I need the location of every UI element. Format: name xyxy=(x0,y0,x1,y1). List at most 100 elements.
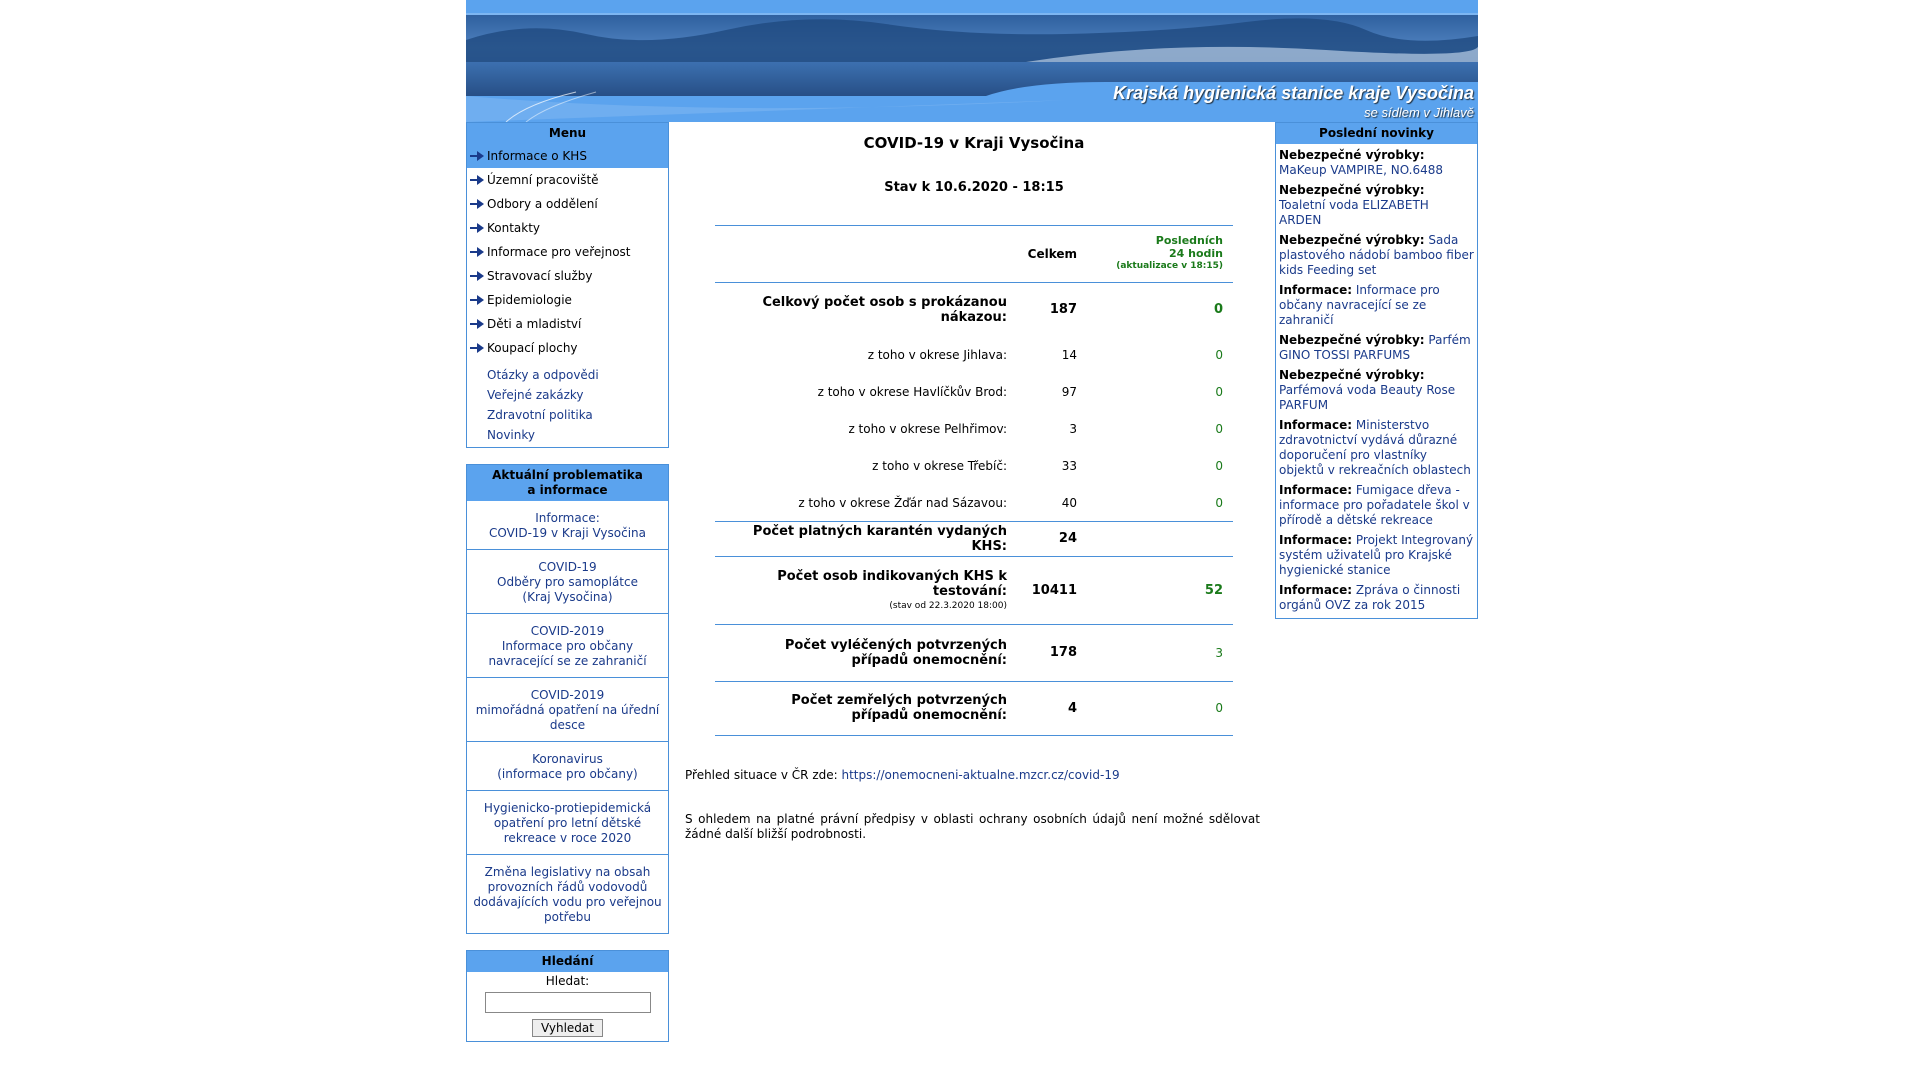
total-value: 187 xyxy=(1049,302,1077,317)
menu-item-label: Odbory a oddělení xyxy=(487,197,598,211)
menu-item-label: Územní pracoviště xyxy=(487,173,599,187)
menu-item[interactable]: Epidemiologie xyxy=(467,288,668,312)
menu-link[interactable]: Otázky a odpovědi xyxy=(487,365,668,385)
aktualni-list: Informace: COVID-19 v Kraji Vysočina COVI… xyxy=(467,501,668,933)
news-item: Nebezpečné výrobky: Toaletní voda ELIZAB… xyxy=(1276,181,1477,231)
deaths-label: Počet zemřelých potvrzených případů onem… xyxy=(715,682,1015,736)
menu-item-label: Informace o KHS xyxy=(487,149,587,163)
tested-last: 52 xyxy=(1204,582,1223,598)
news-item-type: Informace: xyxy=(1279,533,1353,547)
table-row: Počet zemřelých potvrzených případů onem… xyxy=(715,682,1233,736)
aktualni-heading: Aktuální problematika a informace xyxy=(467,465,668,501)
deaths-last: 0 xyxy=(1215,701,1223,716)
news-item: Nebezpečné výrobky: MaKeup VAMPIRE, NO.6… xyxy=(1276,146,1477,181)
news-box: Poslední novinky Nebezpečné výrobky: MaK… xyxy=(1275,122,1478,619)
menu-box: Menu Informace o KHS Územní pracoviště Odb… xyxy=(466,122,669,448)
news-item: Nebezpečné výrobky: Parfémová voda Beaut… xyxy=(1276,366,1477,416)
disclaimer-text: S ohledem na platné právní předpisy v ob… xyxy=(685,812,1260,841)
havl-last: 0 xyxy=(1215,385,1223,399)
menu-item[interactable]: Stravovací služby xyxy=(467,264,668,288)
menu-list: Informace o KHS Územní pracoviště Odbory a… xyxy=(467,144,668,360)
menu-item[interactable]: Koupací plochy xyxy=(467,336,668,360)
news-item-link[interactable]: MaKeup VAMPIRE, NO.6488 xyxy=(1279,163,1443,177)
menu-item[interactable]: Informace pro veřejnost xyxy=(467,240,668,264)
menu-item[interactable]: Informace o KHS xyxy=(467,144,668,168)
overview-link[interactable]: https://onemocneni-aktualne.mzcr.cz/covi… xyxy=(842,768,1120,782)
aktualni-link[interactable]: COVID-2019 mimořádná opatření na úřední … xyxy=(467,678,668,742)
pelh-value: 3 xyxy=(1069,422,1077,436)
pelh-last: 0 xyxy=(1215,422,1223,436)
overview-text: Přehled situace v ČR zde: xyxy=(685,768,838,782)
news-item-type: Nebezpečné výrobky: xyxy=(1279,183,1425,197)
aktualni-link[interactable]: Koronavirus (informace pro občany) xyxy=(467,742,668,791)
covid-stats-table: Celkem Posledních 24 hodin (aktualizace … xyxy=(715,225,1233,736)
tested-value: 10411 xyxy=(1031,582,1077,598)
news-list: Nebezpečné výrobky: MaKeup VAMPIRE, NO.6… xyxy=(1276,144,1477,618)
menu-link[interactable]: Zdravotní politika xyxy=(487,405,668,425)
col-last-header-line1: Posledních xyxy=(1155,234,1223,248)
col-total-header: Celkem xyxy=(1027,246,1077,261)
search-button[interactable]: Vyhledat xyxy=(532,1019,603,1037)
treb-value: 33 xyxy=(1061,459,1077,473)
aktualni-link[interactable]: Hygienicko-protiepidemická opatření pro … xyxy=(467,791,668,855)
recovered-label: Počet vyléčených potvrzených případů one… xyxy=(715,625,1015,681)
menu-secondary-links: Otázky a odpovědi Veřejné zakázky Zdravotn… xyxy=(467,360,668,447)
menu-item[interactable]: Kontakty xyxy=(467,216,668,240)
jihlava-label: z toho v okrese Jihlava: xyxy=(867,348,1007,362)
search-input[interactable] xyxy=(484,992,651,1013)
menu-link[interactable]: Novinky xyxy=(487,425,668,445)
left-column: Menu Informace o KHS Územní pracoviště Odb… xyxy=(466,122,669,1058)
news-item-link[interactable]: Toaletní voda ELIZABETH ARDEN xyxy=(1279,198,1429,227)
news-item: Informace: Fumigace dřeva - informace pr… xyxy=(1276,481,1477,531)
news-item: Informace: Ministerstvo zdravotnictví vy… xyxy=(1276,416,1477,481)
table-row: Počet platných karantén vydaných KHS: 24 xyxy=(715,522,1233,556)
news-item-type: Nebezpečné výrobky: xyxy=(1279,333,1425,347)
havl-value: 97 xyxy=(1061,385,1077,399)
table-row: Počet osob indikovaných KHS k testování:… xyxy=(715,557,1233,625)
col-last-header: Posledních 24 hodin (aktualizace v 18:15… xyxy=(1093,226,1233,282)
menu-item[interactable]: Územní pracoviště xyxy=(467,168,668,192)
arrow-right-icon xyxy=(470,319,484,329)
aktualni-link[interactable]: COVID-2019 Informace pro občany navracej… xyxy=(467,614,668,678)
table-row: z toho v okrese Havlíčkův Brod: 97 0 xyxy=(715,374,1233,411)
news-item-type: Nebezpečné výrobky: xyxy=(1279,368,1425,382)
recovered-last: 3 xyxy=(1215,645,1223,660)
treb-label: z toho v okrese Třebíč: xyxy=(872,459,1007,473)
menu-link[interactable]: Veřejné zakázky xyxy=(487,385,668,405)
col-last-header-line2: 24 hodin xyxy=(1168,247,1223,261)
jihlava-value: 14 xyxy=(1061,348,1077,362)
arrow-right-icon xyxy=(470,271,484,281)
aktualni-box: Aktuální problematika a informace Inform… xyxy=(466,464,669,934)
quarantine-value: 24 xyxy=(1058,531,1077,547)
news-item: Nebezpečné výrobky: Parfém GINO TOSSI PA… xyxy=(1276,331,1477,366)
table-row: z toho v okrese Žďár nad Sázavou: 40 0 xyxy=(715,485,1233,522)
zdar-last: 0 xyxy=(1215,495,1223,510)
aktualni-link[interactable]: Změna legislativy na obsah provozních řá… xyxy=(467,855,668,933)
havl-label: z toho v okrese Havlíčkův Brod: xyxy=(817,385,1007,399)
news-item-type: Informace: xyxy=(1279,483,1353,497)
deaths-label-text: Počet zemřelých potvrzených případů onem… xyxy=(791,693,1007,724)
overview-paragraph: Přehled situace v ČR zde: https://onemoc… xyxy=(685,768,1263,782)
news-item-link[interactable]: Parfémová voda Beauty Rose PARFUM xyxy=(1279,383,1455,412)
menu-item[interactable]: Odbory a oddělení xyxy=(467,192,668,216)
recovered-label-text: Počet vyléčených potvrzených případů one… xyxy=(784,637,1007,668)
site-header: Krajská hygienická stanice kraje Vysočin… xyxy=(466,0,1478,122)
menu-item-label: Kontakty xyxy=(487,221,541,235)
news-item: Informace: Zpráva o činnosti orgánů OVZ … xyxy=(1276,581,1477,616)
tested-label-text: Počet osob indikovaných KHS k testování: xyxy=(777,569,1007,600)
page-title: COVID-19 v Kraji Vysočina xyxy=(863,134,1085,152)
right-column: Poslední novinky Nebezpečné výrobky: MaK… xyxy=(1275,122,1478,635)
news-item-type: Informace: xyxy=(1279,283,1353,297)
treb-last: 0 xyxy=(1215,459,1223,473)
search-heading: Hledání xyxy=(467,951,668,972)
arrow-right-icon xyxy=(470,175,484,185)
aktualni-link[interactable]: Informace: COVID-19 v Kraji Vysočina xyxy=(467,501,668,550)
zdar-value: 40 xyxy=(1061,495,1077,510)
news-item-type: Nebezpečné výrobky: xyxy=(1279,233,1425,247)
table-row: z toho v okrese Pelhřimov: 3 0 xyxy=(715,411,1233,448)
aktualni-link[interactable]: COVID-19 Odběry pro samoplátce (Kraj Vys… xyxy=(467,550,668,614)
menu-heading: Menu xyxy=(467,123,668,144)
menu-item[interactable]: Děti a mladiství xyxy=(467,312,668,336)
arrow-right-icon xyxy=(470,199,484,209)
search-label: Hledat: xyxy=(545,974,590,988)
